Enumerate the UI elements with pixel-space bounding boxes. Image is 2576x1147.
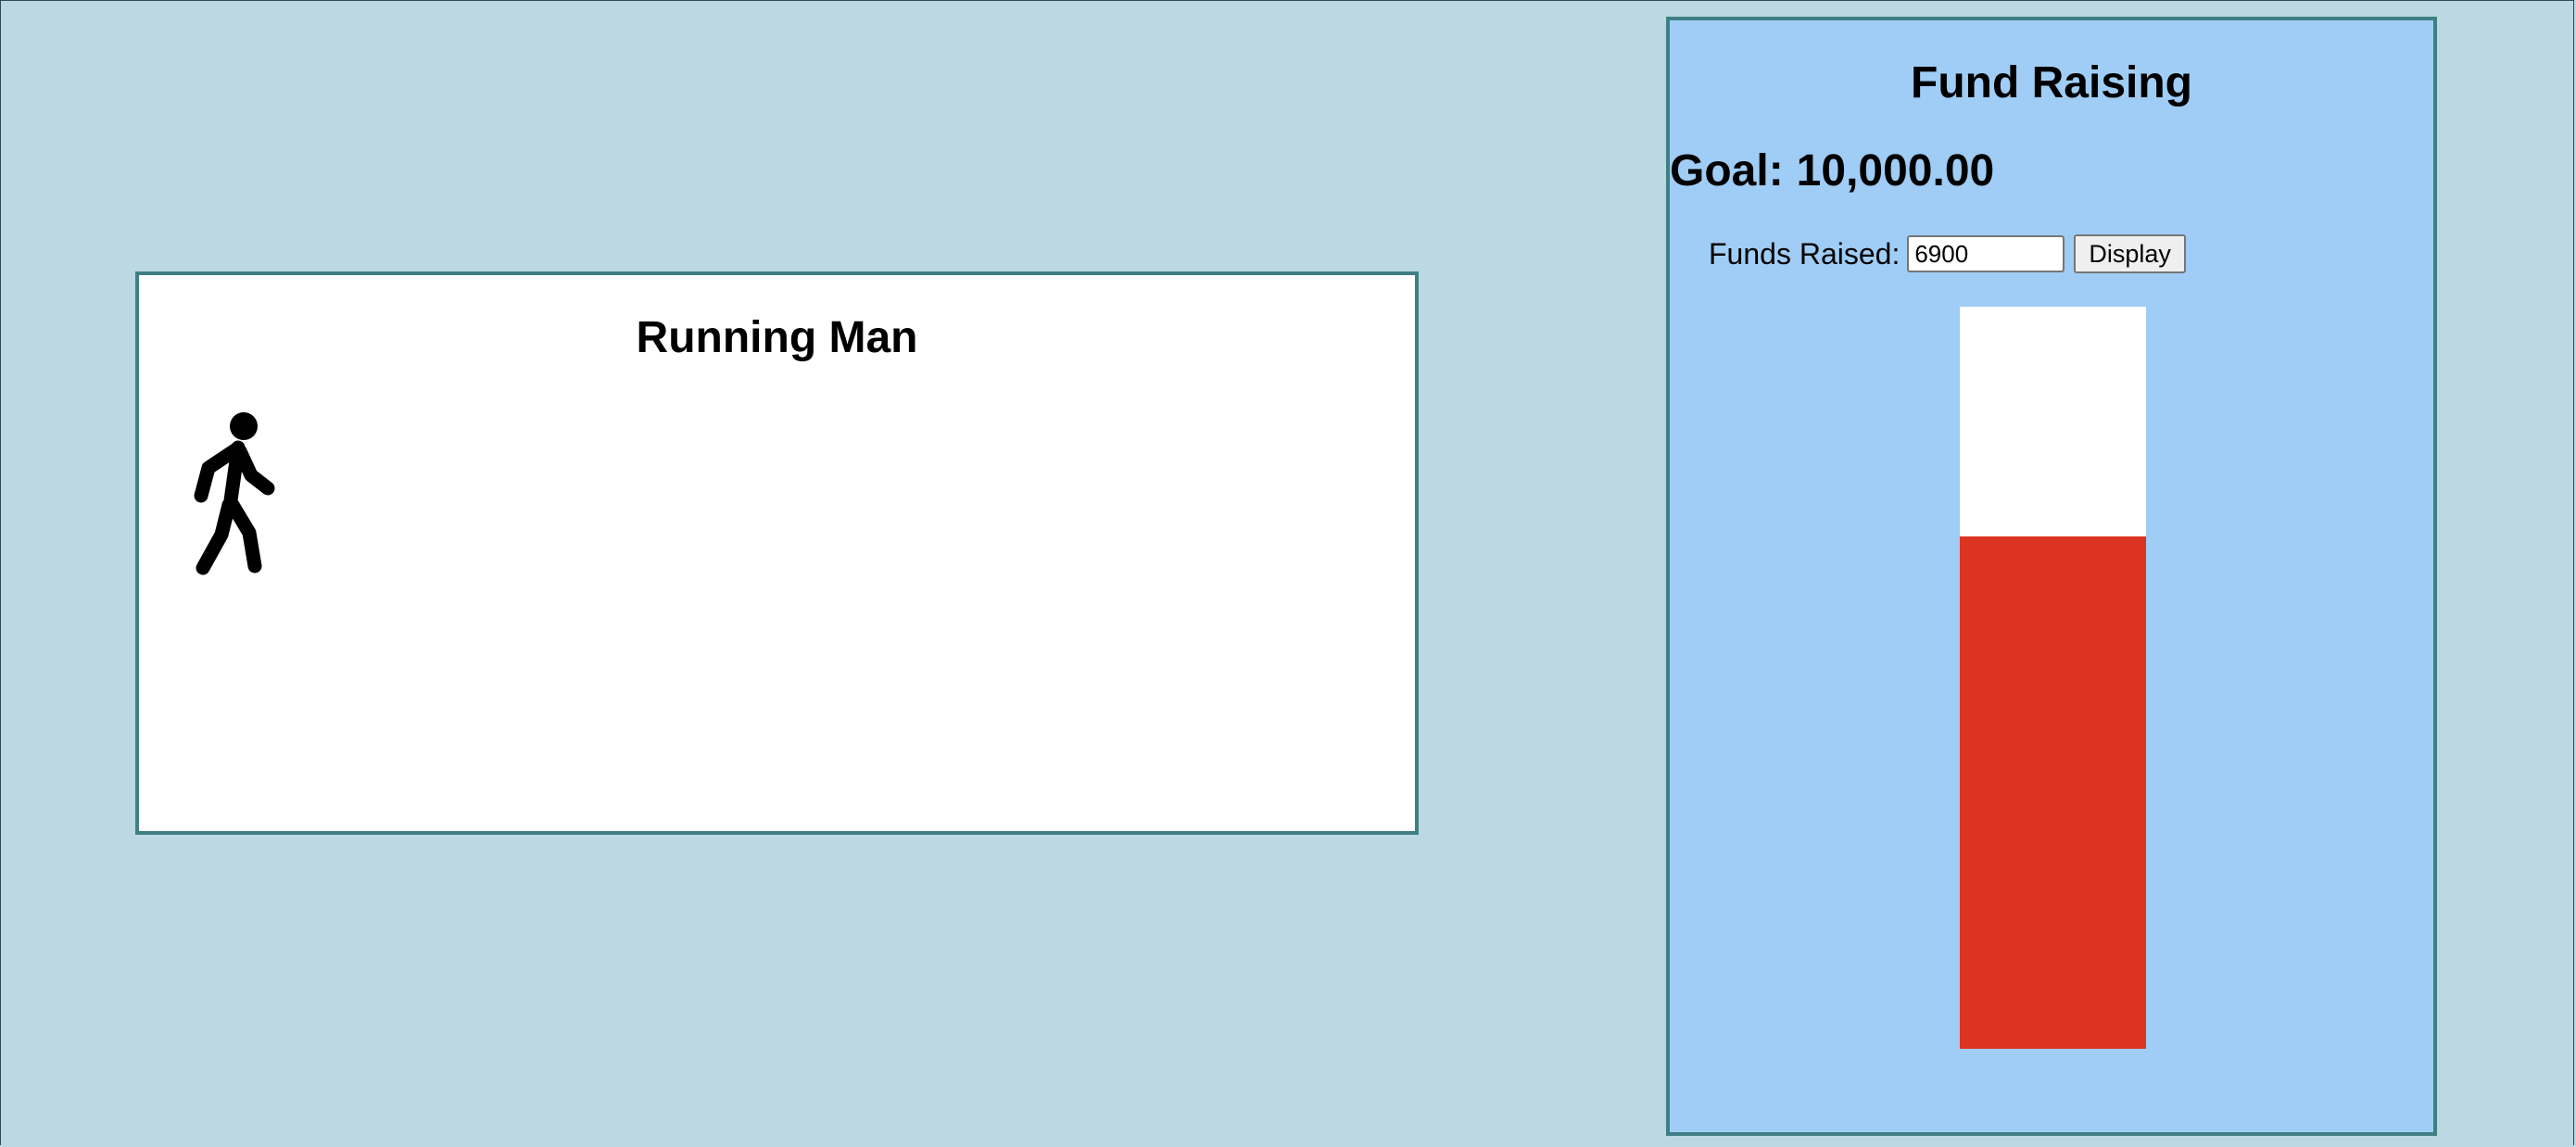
fund-thermometer-fill: [1960, 536, 2146, 1049]
funds-raised-input[interactable]: [1907, 235, 2065, 272]
goal-heading: Goal: 10,000.00: [1670, 145, 1994, 196]
fund-raising-title: Fund Raising: [1911, 58, 2192, 107]
walking-person-icon: [194, 412, 275, 575]
running-man-title: Running Man: [636, 313, 918, 362]
funds-raised-row: Funds Raised: Display: [1709, 233, 2186, 274]
goal-value: 10,000.00: [1796, 146, 1995, 195]
fund-raising-panel: Fund Raising Goal: 10,000.00 Funds Raised…: [1666, 17, 2437, 1136]
funds-raised-label: Funds Raised:: [1709, 236, 1900, 271]
fund-thermometer: [1960, 307, 2146, 1049]
display-button[interactable]: Display: [2074, 234, 2186, 273]
goal-label: Goal:: [1670, 146, 1784, 195]
running-man-panel: Running Man: [135, 271, 1419, 835]
